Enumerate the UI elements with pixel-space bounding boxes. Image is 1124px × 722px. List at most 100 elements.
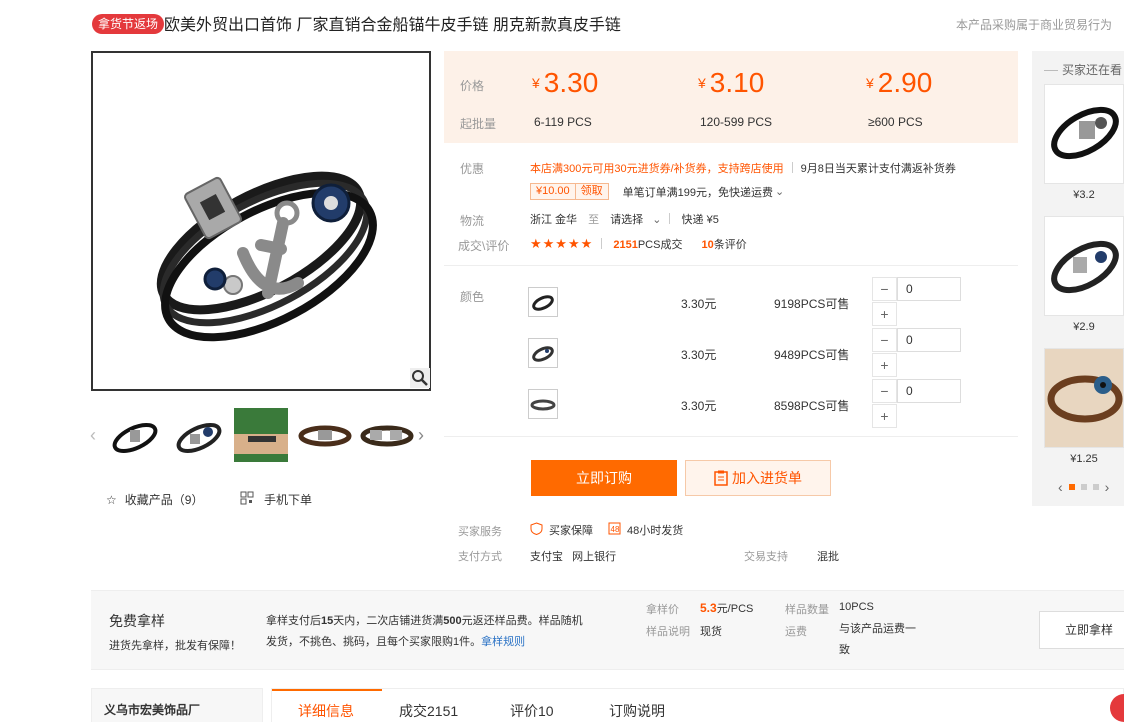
quantity-input[interactable]: 0 [897,328,961,352]
minus-button[interactable]: − [872,277,897,301]
get-sample-button[interactable]: 立即拿样 [1039,611,1124,649]
promo-extra: 9月8日当天累计支付满返补货券 [800,163,956,175]
free-shipping-text: 单笔订单满199元，免快递运费 [622,186,774,199]
divider [444,265,1018,266]
tab-details[interactable]: 详细信息 [298,701,354,721]
recommend-item-3[interactable] [1044,348,1124,448]
sample-price: 5.3元/PCS [700,601,754,615]
sample-freight-label: 运费 [785,626,807,638]
sample-freight-value: 与该产品运费一致 [839,623,916,656]
recommend-item-1[interactable] [1044,84,1124,184]
qty-tier-2: 120-599 PCS [700,115,773,129]
plus-button[interactable]: + [872,404,897,428]
recommend-price-3: ¥1.25 [1070,453,1098,465]
price-label: 价格 [460,79,485,93]
sku-row-2: 3.30元 9489PCS可售 − 0 + [528,328,968,378]
deal-count[interactable]: 2151 [613,239,637,251]
favorite-label: 收藏产品（9） [124,493,204,507]
price-tier-3: ¥2.90 [866,67,933,98]
clock-icon: 48 [608,522,621,538]
tab-order-info[interactable]: 订购说明 [609,701,665,721]
shop-name[interactable]: 义乌市宏美饰品厂 [104,701,200,718]
favorite-button[interactable]: ☆ 收藏产品（9） [106,491,203,508]
thumbnail-5[interactable] [360,408,414,462]
sample-title: 免费拿样 [109,613,165,629]
qty-tier-3: ≥600 PCS [868,115,923,129]
promo-text[interactable]: 本店满300元可用30元进货券/补货券，支持跨店使用 [530,163,784,175]
quantity-input[interactable]: 0 [897,277,961,301]
quantity-input[interactable]: 0 [897,379,961,403]
shield-icon [530,522,543,538]
sample-subtitle: 进货先拿样，批发有保障！ [109,640,241,652]
deals-label: 成交\评价 [458,239,510,253]
thumbnail-1[interactable] [108,408,162,462]
price-panel: 价格 起批量 ¥3.30 ¥3.10 ¥2.90 6-119 PCS 120-5… [444,51,1018,143]
product-title: 欧美外贸出口首饰 厂家直销合金船锚牛皮手链 朋克新款真皮手链 [164,17,621,34]
buyer-service-label: 买家服务 [458,526,502,538]
sku-stock: 9489PCS可售 [774,348,850,362]
review-count[interactable]: 10 [702,239,714,251]
recommend-price-2: ¥2.9 [1073,321,1095,333]
divider [444,436,1018,437]
tab-reviews[interactable]: 评价10 [510,701,554,721]
recommend-title: 买家还在看 [1044,61,1122,78]
chevron-down-icon[interactable]: ⌄ [652,214,661,226]
recommend-pager: ‹ › [1058,479,1109,495]
tab-deals[interactable]: 成交2151 [399,701,458,721]
destination-select[interactable]: 请选择 [610,214,643,226]
main-product-image[interactable] [91,51,431,391]
plus-button[interactable]: + [872,302,897,326]
add-to-cart-button[interactable]: 加入进货单 [685,460,831,496]
sku-thumb-2[interactable] [528,338,558,368]
minus-button[interactable]: − [872,379,897,403]
trade-support-label: 交易支持 [744,551,788,563]
payment-label: 支付方式 [458,551,502,563]
pager-dot[interactable] [1068,484,1075,490]
price-tier-2: ¥3.10 [698,67,765,98]
sku-thumb-3[interactable] [528,389,558,419]
pager-dot[interactable] [1092,484,1099,490]
sample-info-value: 现货 [700,626,722,638]
order-now-button[interactable]: 立即订购 [531,460,677,496]
buyer-protection[interactable]: 买家保障 [530,522,593,538]
sample-description: 拿样支付后15天内，二次店铺进货满500元返还样品费。样品随机发货，不挑色、挑码… [266,615,583,648]
mobile-order-button[interactable]: 手机下单 [240,491,312,508]
price-tier-1: ¥3.30 [532,67,599,98]
sku-stock: 9198PCS可售 [774,297,850,311]
active-tab-indicator [272,689,382,691]
sku-row-1: 3.30元 9198PCS可售 − 0 + [528,277,968,327]
svg-text:48: 48 [611,525,620,534]
ship-from: 浙江 金华 [530,214,578,226]
sample-count-label: 样品数量 [785,604,829,616]
thumb-next-icon[interactable]: › [418,425,424,446]
chevron-left-icon[interactable]: ‹ [1058,479,1063,495]
sku-price: 3.30元 [681,297,717,311]
bracelet-image [156,171,377,342]
promo-label: 优惠 [460,162,485,176]
recommend-item-2[interactable] [1044,216,1124,316]
pager-dot[interactable] [1080,484,1087,490]
sku-price: 3.30元 [681,399,717,413]
recommend-price-1: ¥3.2 [1073,189,1095,201]
sample-rules-link[interactable]: 拿样规则 [481,636,525,648]
zoom-icon[interactable] [410,368,430,388]
coupon-chip[interactable]: ¥10.00 领取 [530,183,609,200]
min-qty-label: 起批量 [460,117,497,131]
thumbnail-3[interactable] [234,408,288,462]
plus-button[interactable]: + [872,353,897,377]
sku-price: 3.30元 [681,348,717,362]
minus-button[interactable]: − [872,328,897,352]
thumbnail-2[interactable] [172,408,226,462]
chevron-right-icon[interactable]: › [1105,479,1110,495]
clipboard-icon [714,464,728,498]
rating-stars-icon: ★★★★★ [530,236,594,251]
mobile-order-label: 手机下单 [264,493,313,507]
shop-box: 义乌市宏美饰品厂 [91,688,263,722]
thumbnail-4[interactable] [298,408,352,462]
promo-tag-badge[interactable]: 拿货节返场 [92,14,165,34]
sku-thumb-1[interactable] [528,287,558,317]
promo-line: 本店满300元可用30元进货券/补货券，支持跨店使用 9月8日当天累计支付满返补货… [530,160,956,176]
thumbnail-strip [88,408,434,464]
ship-48h[interactable]: 48 48小时发货 [608,522,683,538]
chevron-down-icon[interactable]: ⌄ [775,185,784,198]
